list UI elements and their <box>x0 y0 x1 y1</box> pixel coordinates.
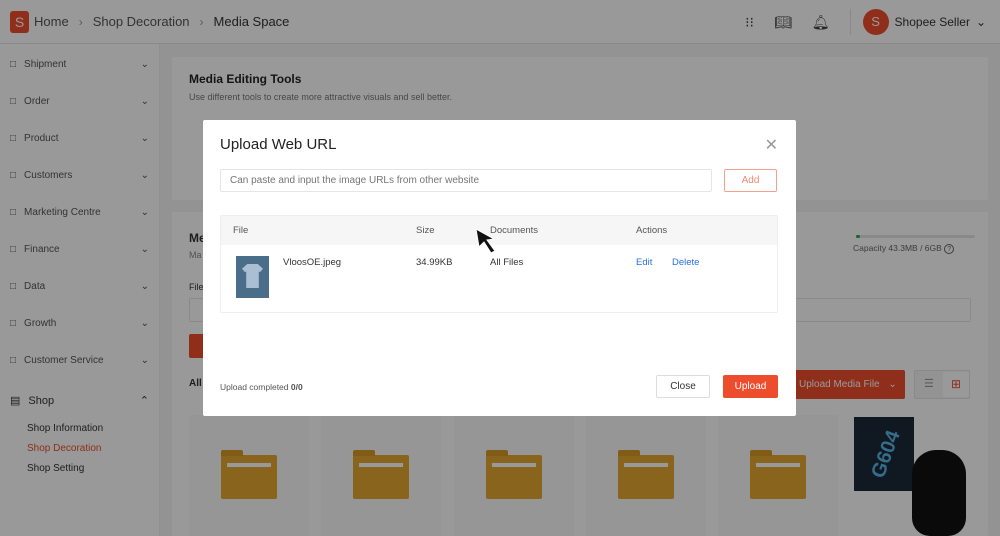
close-icon[interactable]: ✕ <box>765 135 778 155</box>
column-header-size: Size <box>416 225 435 236</box>
upload-status-label: Upload completed <box>220 382 289 392</box>
file-documents: All Files <box>490 257 524 268</box>
modal-title: Upload Web URL <box>220 136 337 153</box>
table-row: VloosOE.jpeg 34.99KB All Files Edit Dele… <box>221 245 777 313</box>
edit-link[interactable]: Edit <box>636 257 652 268</box>
mouse-cursor-icon <box>476 229 496 254</box>
url-input[interactable] <box>220 169 712 192</box>
column-header-file: File <box>233 225 249 236</box>
tshirt-image <box>242 264 263 288</box>
file-thumbnail <box>236 256 269 298</box>
add-button[interactable]: Add <box>724 169 777 192</box>
file-size: 34.99KB <box>416 257 453 268</box>
close-button[interactable]: Close <box>656 375 710 398</box>
delete-link[interactable]: Delete <box>672 257 699 268</box>
column-header-actions: Actions <box>636 225 668 236</box>
upload-web-url-modal: Upload Web URL ✕ Add File Size Documents… <box>203 120 796 416</box>
upload-status: Upload completed 0/0 <box>220 382 303 392</box>
upload-button[interactable]: Upload <box>723 375 778 398</box>
upload-status-count: 0/0 <box>290 382 303 392</box>
file-name: VloosOE.jpeg <box>283 257 342 268</box>
